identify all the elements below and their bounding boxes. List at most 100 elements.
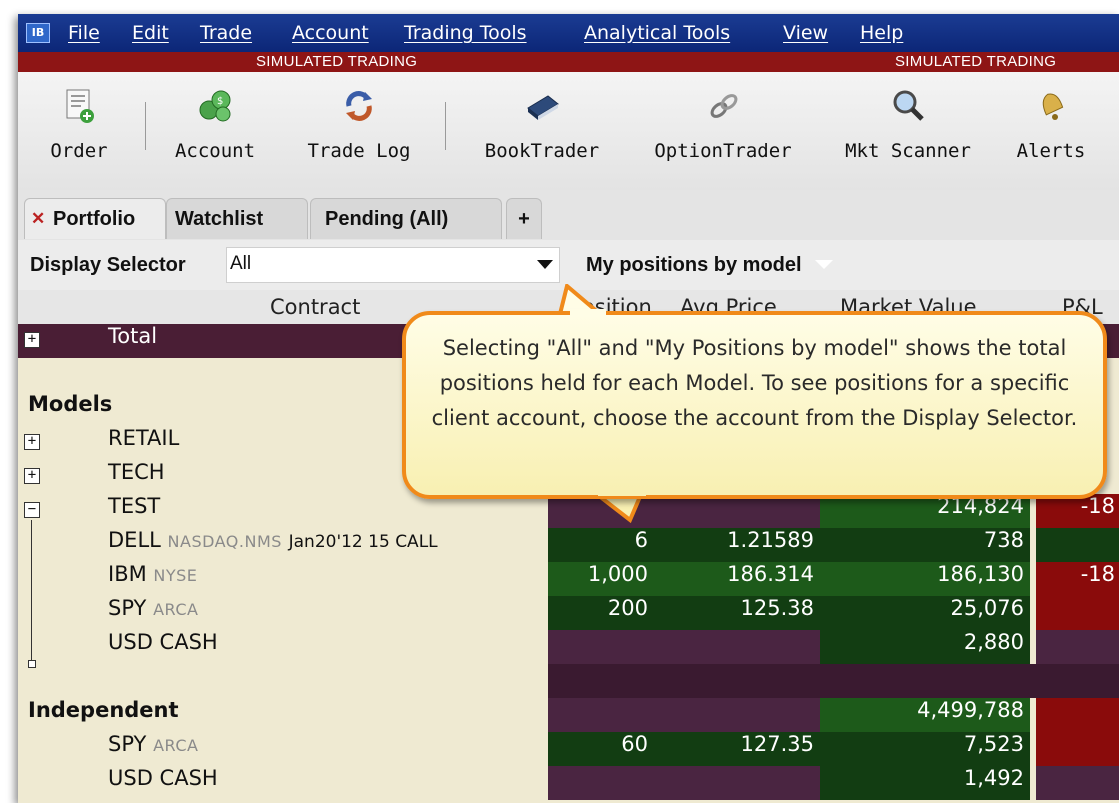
pnl-cell xyxy=(1036,766,1119,800)
market-value-cell: 214,824 xyxy=(820,494,1030,528)
exchange: ARCA xyxy=(153,736,199,755)
market-value-cell: 25,076 xyxy=(820,596,1030,630)
optiontrader-icon xyxy=(710,94,738,118)
position-cell xyxy=(548,494,820,528)
pnl-cell xyxy=(1036,528,1119,562)
contract-detail: Jan20'12 15 CALL xyxy=(288,532,438,552)
expand-icon[interactable]: + xyxy=(24,434,40,450)
menu-trade[interactable]: Trade xyxy=(200,22,252,44)
display-selector-label: Display Selector xyxy=(30,254,186,276)
callout-text: Selecting "All" and "My Positions by mod… xyxy=(431,336,1078,430)
model-name: TEST xyxy=(108,494,161,518)
position-cell xyxy=(548,766,820,800)
menu-file[interactable]: File xyxy=(68,22,100,44)
menu-edit[interactable]: Edit xyxy=(132,22,169,44)
toolbar-divider xyxy=(445,102,446,150)
alerts-icon xyxy=(1042,93,1064,120)
contract-cell: DELL NASDAQ.NMS Jan20'12 15 CALL xyxy=(108,528,438,562)
account-icon: $ xyxy=(199,90,231,122)
tab-strip: ✕ Portfolio Watchlist Pending (All) + xyxy=(18,190,1119,240)
pnl-cell: -18 xyxy=(1036,562,1119,596)
expand-icon[interactable]: + xyxy=(24,332,40,348)
optiontrader-button[interactable]: OptionTrader xyxy=(648,86,798,162)
menu-help[interactable]: Help xyxy=(860,22,903,44)
alerts-label: Alerts xyxy=(1016,140,1086,162)
view-mode-value: My positions by model xyxy=(586,254,802,276)
independent-label: Independent xyxy=(28,698,179,722)
mkt-scanner-label: Mkt Scanner xyxy=(845,140,971,162)
separator-cell xyxy=(548,664,1119,698)
menu-analytical-tools[interactable]: Analytical Tools xyxy=(584,22,730,44)
column-header-contract[interactable]: Contract xyxy=(270,290,360,324)
avg-price-cell: 186.314 xyxy=(658,562,820,596)
market-value-cell: 738 xyxy=(820,528,1030,562)
view-mode-dropdown[interactable]: My positions by model xyxy=(586,254,833,277)
account-label: Account xyxy=(174,140,256,162)
avg-price-cell: 127.35 xyxy=(658,732,820,766)
order-label: Order xyxy=(50,140,108,162)
menu-account[interactable]: Account xyxy=(292,22,369,44)
exchange: NASDAQ.NMS xyxy=(167,532,282,551)
ib-logo-icon: IB xyxy=(26,23,50,43)
menu-trading-tools[interactable]: Trading Tools xyxy=(404,22,527,44)
contract-cell: SPY ARCA xyxy=(108,732,198,766)
tab-portfolio-label: Portfolio xyxy=(53,208,136,230)
expand-icon[interactable]: + xyxy=(24,468,40,484)
add-tab-button[interactable]: + xyxy=(506,198,542,239)
contract-cell: USD CASH xyxy=(108,630,218,654)
alerts-button[interactable]: Alerts xyxy=(1016,86,1086,162)
symbol: SPY xyxy=(108,596,147,620)
display-selector-dropdown[interactable]: All xyxy=(226,247,560,283)
order-button[interactable]: Order xyxy=(48,86,110,162)
symbol: IBM xyxy=(108,562,147,586)
mkt-scanner-button[interactable]: Mkt Scanner xyxy=(838,86,978,162)
model-row-test[interactable]: − TEST 214,824 -18 xyxy=(18,494,1119,528)
model-name: RETAIL xyxy=(108,426,180,450)
simulated-trading-banner: SIMULATED TRADING SIMULATED TRADING xyxy=(18,52,1119,72)
table-row[interactable]: SPY ARCA 200 125.38 25,076 xyxy=(18,596,1119,630)
callout-pointer-join xyxy=(598,490,646,496)
avg-price-cell: 1.21589 xyxy=(658,528,820,562)
menu-bar: IB File Edit Trade Account Trading Tools… xyxy=(18,14,1119,52)
pnl-cell xyxy=(1036,732,1119,766)
trade-log-label: Trade Log xyxy=(307,140,411,162)
trade-log-button[interactable]: Trade Log xyxy=(300,86,418,162)
exchange: NYSE xyxy=(153,566,198,585)
pnl-cell xyxy=(1036,630,1119,664)
callout-pointer-join xyxy=(570,309,606,315)
close-icon[interactable]: ✕ xyxy=(31,199,45,239)
tab-watchlist[interactable]: Watchlist xyxy=(166,198,308,239)
position-cell: 6 xyxy=(548,528,658,562)
booktrader-label: BookTrader xyxy=(484,140,600,162)
display-selector-value: All xyxy=(230,253,252,274)
pnl-cell xyxy=(1036,596,1119,630)
table-row[interactable]: USD CASH 1,492 xyxy=(18,766,1119,800)
exchange: ARCA xyxy=(153,600,199,619)
market-value-cell: 2,880 xyxy=(820,630,1030,664)
mkt-scanner-icon xyxy=(893,90,924,121)
market-value-cell: 4,499,788 xyxy=(820,698,1030,732)
table-row[interactable]: IBM NYSE 1,000 186.314 186,130 -18 xyxy=(18,562,1119,596)
chevron-down-icon xyxy=(537,260,553,269)
market-value-cell: 1,492 xyxy=(820,766,1030,800)
booktrader-button[interactable]: BookTrader xyxy=(476,86,608,162)
menu-view[interactable]: View xyxy=(783,22,828,44)
tab-pending[interactable]: Pending (All) xyxy=(310,198,502,239)
toolbar-divider xyxy=(145,102,146,150)
table-row[interactable]: USD CASH 2,880 xyxy=(18,630,1119,664)
optiontrader-label: OptionTrader xyxy=(654,140,792,162)
table-row[interactable]: DELL NASDAQ.NMS Jan20'12 15 CALL 6 1.215… xyxy=(18,528,1119,562)
symbol: DELL xyxy=(108,528,161,552)
independent-group-row[interactable]: Independent 4,499,788 xyxy=(18,698,1119,732)
collapse-icon[interactable]: − xyxy=(24,502,40,518)
account-button[interactable]: $ Account xyxy=(170,86,260,162)
trade-log-icon xyxy=(346,91,372,121)
contract-cell: IBM NYSE xyxy=(108,562,197,596)
table-row[interactable]: SPY ARCA 60 127.35 7,523 xyxy=(18,732,1119,766)
tab-portfolio[interactable]: ✕ Portfolio xyxy=(24,198,166,239)
callout-tooltip: Selecting "All" and "My Positions by mod… xyxy=(402,311,1107,499)
tab-pending-label: Pending (All) xyxy=(325,208,449,230)
market-value-cell: 186,130 xyxy=(820,562,1030,596)
contract-cell: USD CASH xyxy=(108,766,218,790)
total-label: Total xyxy=(108,324,158,348)
